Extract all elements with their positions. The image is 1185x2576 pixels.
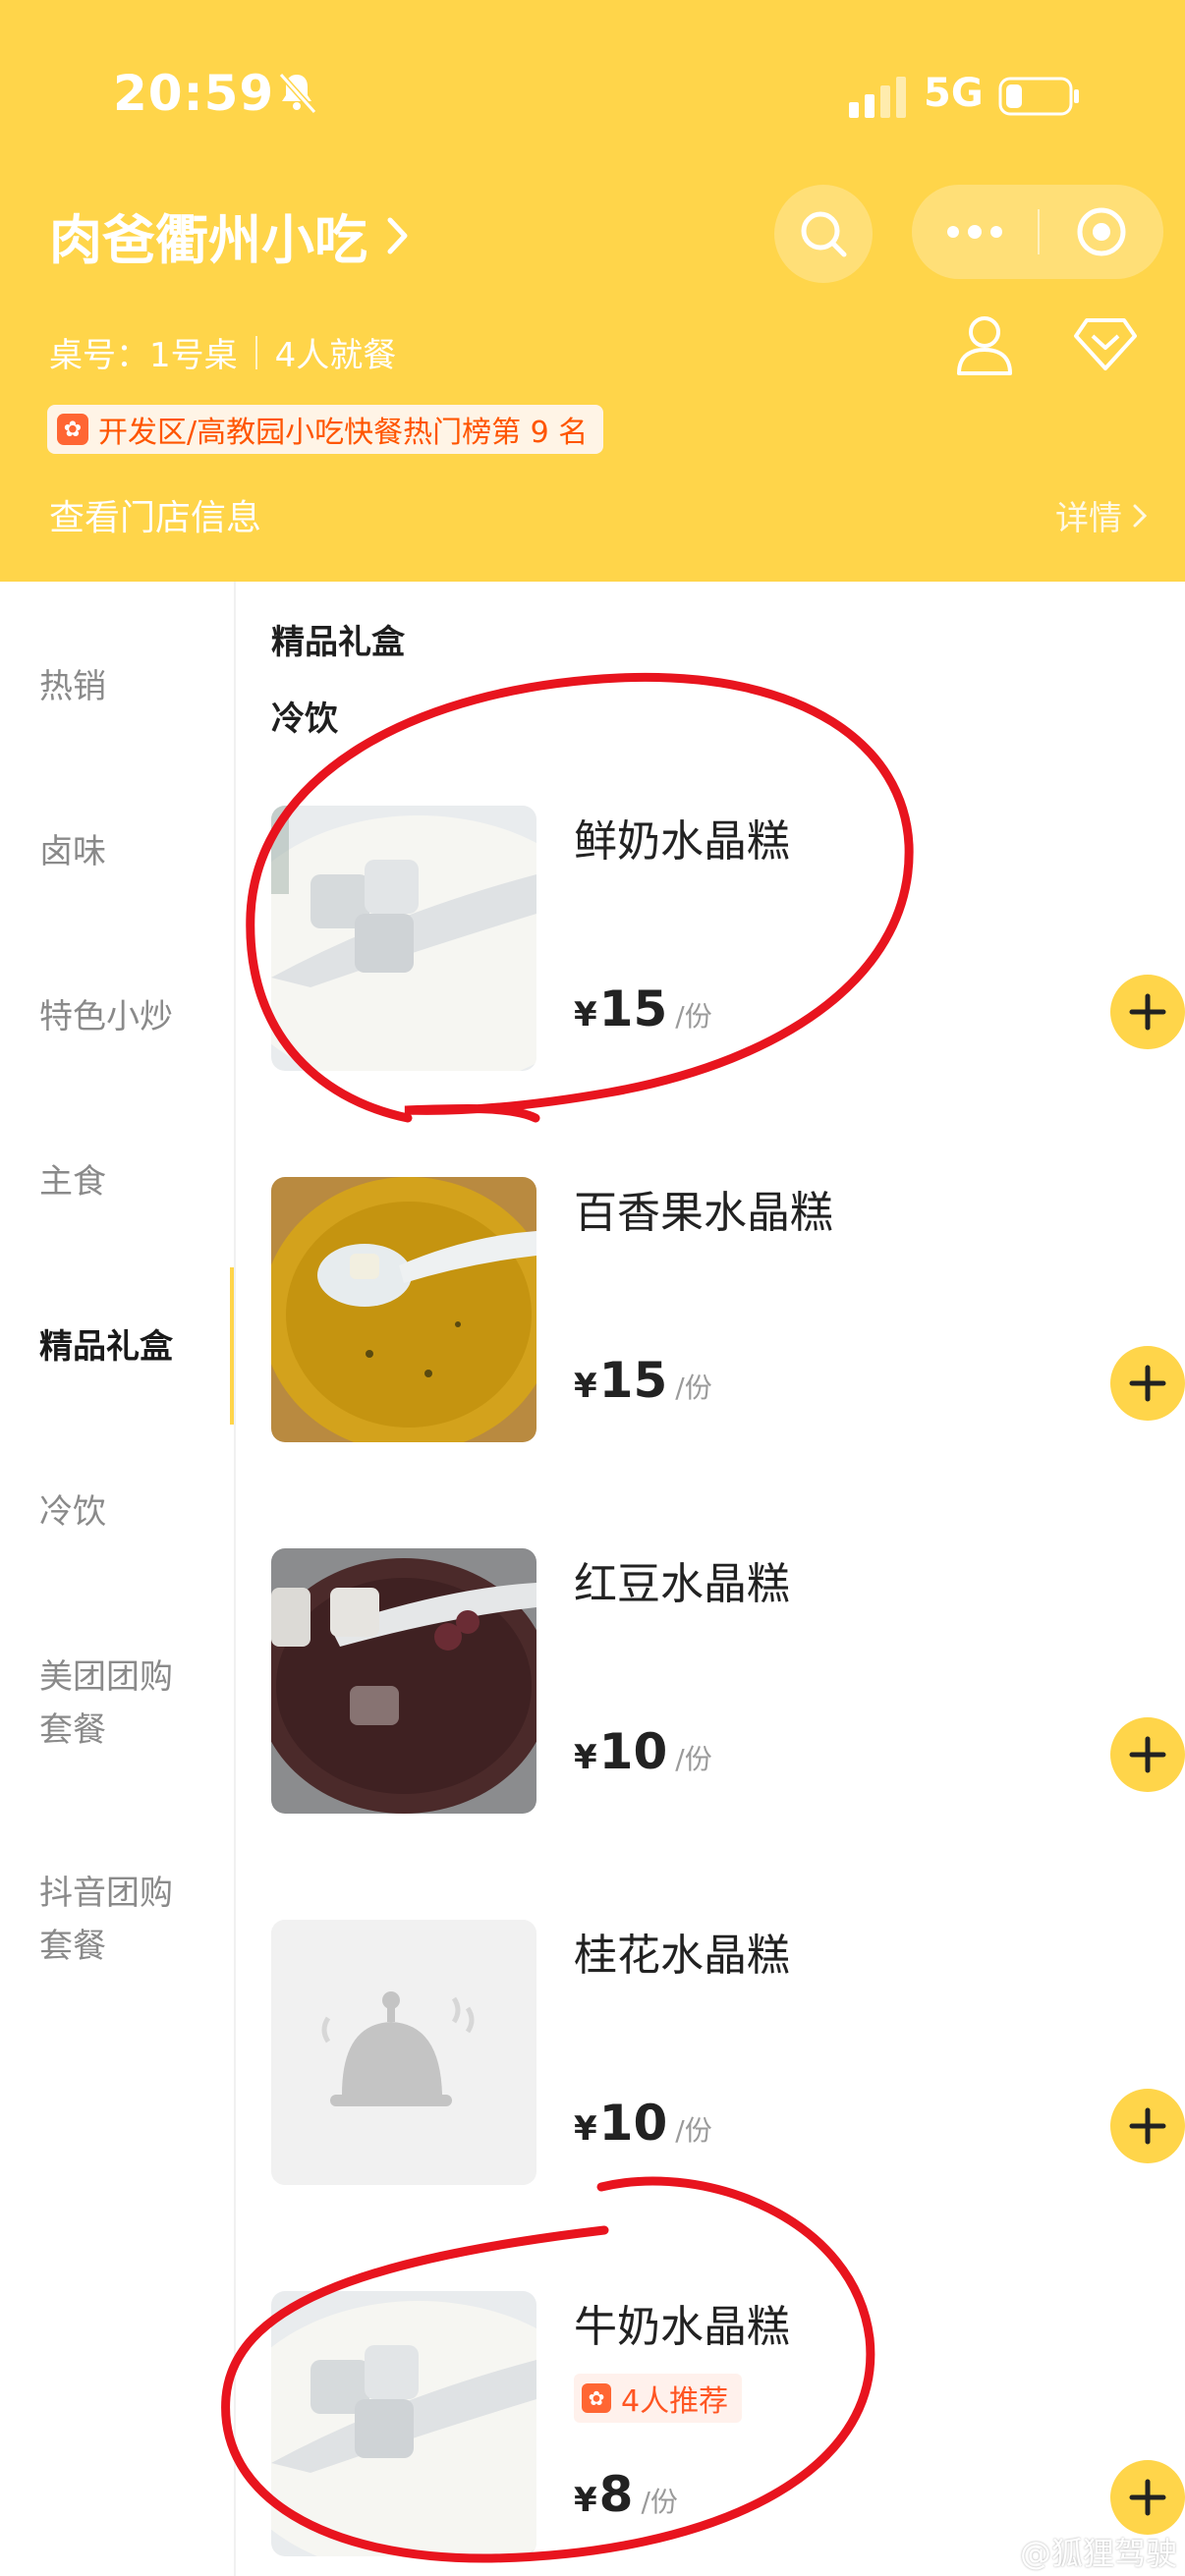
network-type: 5G <box>924 71 984 116</box>
dish-photo <box>271 1548 536 1814</box>
search-button[interactable] <box>774 185 873 283</box>
weibo-watermark: @狐狸驾驶 <box>973 2529 1177 2574</box>
price-unit: /份 <box>675 2114 712 2147</box>
ranking-text: 开发区/高教园小吃快餐热门榜第 9 名 <box>98 416 589 450</box>
currency-symbol: ¥ <box>574 1738 597 1777</box>
details-label: 详情 <box>1055 499 1122 538</box>
price-unit: /份 <box>675 1000 712 1033</box>
section-header-gift-box: 精品礼盒 <box>271 623 405 662</box>
miniprogram-capsule <box>912 185 1163 279</box>
section-header-cold-drinks: 冷饮 <box>271 700 338 739</box>
dish-card[interactable]: 红豆水晶糕 ¥ 10 /份 <box>271 1548 1185 1816</box>
store-header: 20:59 5G 肉爸衢州小吃 桌号：1号桌 4人就餐 ✿ 开发区/高教园小吃快… <box>0 0 1185 582</box>
add-to-cart-button[interactable] <box>1110 1346 1185 1421</box>
category-sidebar: 热销 卤味 特色小炒 主食 精品礼盒 冷饮 美团团购 套餐 抖音团购 套餐 <box>0 582 236 2576</box>
chevron-right-icon <box>1133 504 1148 527</box>
ranking-badge[interactable]: ✿ 开发区/高教园小吃快餐热门榜第 9 名 <box>47 405 604 454</box>
dish-placeholder <box>271 1920 536 2185</box>
weibo-icon <box>973 2538 1010 2567</box>
dish-card[interactable]: 桂花水晶糕 ¥ 10 /份 <box>271 1920 1185 2187</box>
price-amount: 10 <box>598 2095 668 2152</box>
dish-price: ¥ 15 /份 <box>574 980 712 1037</box>
menu-list: 精品礼盒 冷饮 鲜奶水晶糕 ¥ 15 /份 百香果水晶糕 ¥ 15 /份 红豆水… <box>236 582 1185 2576</box>
sidebar-item-gift-box[interactable]: 精品礼盒 <box>39 1320 173 1373</box>
dish-name: 桂花水晶糕 <box>574 1931 790 1981</box>
sidebar-item-cold-drinks[interactable]: 冷饮 <box>39 1485 106 1539</box>
recommend-badge: ✿ 4人推荐 <box>574 2374 743 2423</box>
plus-icon <box>1129 2107 1166 2145</box>
battery-icon <box>998 77 1079 116</box>
currency-symbol: ¥ <box>574 2109 597 2149</box>
table-number: 桌号：1号桌 <box>49 336 238 375</box>
status-time: 20:59 <box>113 65 275 122</box>
dianping-logo-icon: ✿ <box>582 2383 611 2413</box>
dish-photo <box>271 2291 536 2556</box>
recommend-text: 4人推荐 <box>621 2384 729 2419</box>
plus-icon <box>1129 993 1166 1031</box>
sidebar-item-douyin-package[interactable]: 抖音团购 套餐 <box>39 1867 173 1973</box>
price-amount: 15 <box>598 1352 668 1409</box>
more-dots-icon <box>947 225 1002 239</box>
price-unit: /份 <box>641 2486 678 2518</box>
dish-price: ¥ 10 /份 <box>574 2095 712 2152</box>
diamond-icon[interactable] <box>1073 316 1138 371</box>
bell-muted-icon <box>278 72 317 115</box>
add-to-cart-button[interactable] <box>1110 975 1185 1049</box>
sidebar-item-meituan-package[interactable]: 美团团购 套餐 <box>39 1651 173 1757</box>
shop-title[interactable]: 肉爸衢州小吃 <box>49 196 411 274</box>
currency-symbol: ¥ <box>574 2481 597 2520</box>
dish-price: ¥ 10 /份 <box>574 1723 712 1780</box>
add-to-cart-button[interactable] <box>1110 2460 1185 2535</box>
dish-price: ¥ 8 /份 <box>574 2466 678 2523</box>
add-to-cart-button[interactable] <box>1110 1717 1185 1792</box>
price-amount: 15 <box>598 980 668 1037</box>
price-unit: /份 <box>675 1372 712 1404</box>
dish-name: 红豆水晶糕 <box>574 1559 790 1609</box>
sidebar-item-staple[interactable]: 主食 <box>39 1155 106 1208</box>
plus-icon <box>1129 2479 1166 2516</box>
plus-icon <box>1129 1365 1166 1402</box>
sidebar-item-stirfry[interactable]: 特色小炒 <box>39 990 173 1043</box>
dish-photo <box>271 1177 536 1442</box>
dish-card[interactable]: 牛奶水晶糕 ✿ 4人推荐 ¥ 8 /份 <box>271 2291 1185 2558</box>
signal-icon <box>849 77 906 118</box>
dish-price: ¥ 15 /份 <box>574 1352 712 1409</box>
price-unit: /份 <box>675 1743 712 1775</box>
currency-symbol: ¥ <box>574 995 597 1035</box>
currency-symbol: ¥ <box>574 1367 597 1406</box>
divider <box>254 335 257 369</box>
dish-name: 百香果水晶糕 <box>574 1188 833 1238</box>
price-amount: 10 <box>598 1723 668 1780</box>
more-button[interactable] <box>912 185 1038 279</box>
sidebar-item-hot[interactable]: 热销 <box>39 660 106 713</box>
store-info-link[interactable]: 查看门店信息 <box>49 489 261 540</box>
add-to-cart-button[interactable] <box>1110 2089 1185 2163</box>
dish-card[interactable]: 百香果水晶糕 ¥ 15 /份 <box>271 1177 1185 1444</box>
chevron-right-icon <box>387 217 408 253</box>
dianping-logo-icon: ✿ <box>57 414 88 445</box>
table-info: 桌号：1号桌 4人就餐 <box>49 328 396 376</box>
details-link[interactable]: 详情 <box>1055 491 1148 539</box>
price-amount: 8 <box>598 2466 634 2523</box>
dish-cover-icon <box>271 1920 536 2185</box>
dish-name: 鲜奶水晶糕 <box>574 816 790 867</box>
dish-photo <box>271 806 536 1071</box>
watermark-text: @狐狸驾驶 <box>1020 2535 1178 2572</box>
diner-count: 4人就餐 <box>274 336 397 375</box>
user-icon[interactable] <box>955 312 1014 377</box>
active-category-indicator <box>230 1267 234 1425</box>
search-icon <box>801 211 847 257</box>
plus-icon <box>1129 1736 1166 1773</box>
dish-name: 牛奶水晶糕 <box>574 2302 790 2352</box>
dish-card[interactable]: 鲜奶水晶糕 ¥ 15 /份 <box>271 806 1185 1073</box>
close-miniprogram-button[interactable] <box>1040 185 1163 279</box>
target-close-icon <box>1077 207 1126 256</box>
sidebar-item-braised[interactable]: 卤味 <box>39 825 106 878</box>
shop-title-text: 肉爸衢州小吃 <box>49 209 367 271</box>
